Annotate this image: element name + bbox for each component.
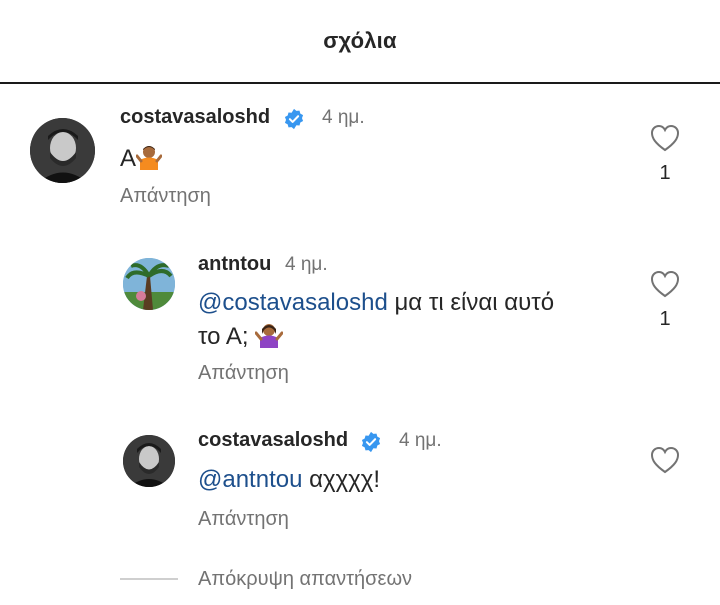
like-count: 1	[659, 162, 671, 184]
timestamp: 4 ημ.	[399, 430, 442, 451]
mention-link[interactable]: @antntou	[198, 466, 302, 493]
reply-button[interactable]: Απάντηση	[198, 508, 289, 531]
divider	[120, 578, 178, 580]
like-count: 1	[659, 308, 671, 330]
username[interactable]: costavasaloshd	[198, 429, 348, 452]
heart-icon[interactable]	[650, 270, 680, 298]
avatar[interactable]	[123, 258, 175, 310]
comment-body: αχχχχ!	[302, 466, 381, 493]
username[interactable]: costavasaloshd	[120, 106, 270, 129]
username[interactable]: antntou	[198, 253, 271, 276]
reply-button[interactable]: Απάντηση	[120, 185, 211, 208]
timestamp: 4 ημ.	[285, 254, 328, 275]
heart-icon[interactable]	[650, 124, 680, 152]
verified-badge-icon	[361, 431, 381, 453]
comment-body: A	[120, 145, 137, 172]
comment-body: μα τι είναι αυτό	[387, 289, 555, 316]
avatar[interactable]	[30, 118, 95, 183]
reply-button[interactable]: Απάντηση	[198, 362, 289, 385]
comment-text: @antntou αχχχχ!	[198, 463, 380, 497]
comment-body: το Α;	[198, 323, 256, 350]
verified-badge-icon	[284, 108, 304, 130]
mention-link[interactable]: @costavasaloshd	[198, 289, 388, 316]
heart-icon[interactable]	[650, 446, 680, 474]
comment-text: @costavasaloshd μα τι είναι αυτό το Α;	[198, 286, 618, 358]
comment-text: A	[120, 142, 163, 180]
timestamp: 4 ημ.	[322, 107, 365, 128]
page-title: σχόλια	[323, 28, 397, 53]
header: σχόλια	[0, 0, 720, 84]
person-shrugging-emoji	[135, 144, 163, 180]
person-shrugging-emoji	[254, 322, 284, 358]
avatar[interactable]	[123, 435, 175, 487]
hide-replies-button[interactable]: Απόκρυψη απαντήσεων	[198, 568, 412, 591]
